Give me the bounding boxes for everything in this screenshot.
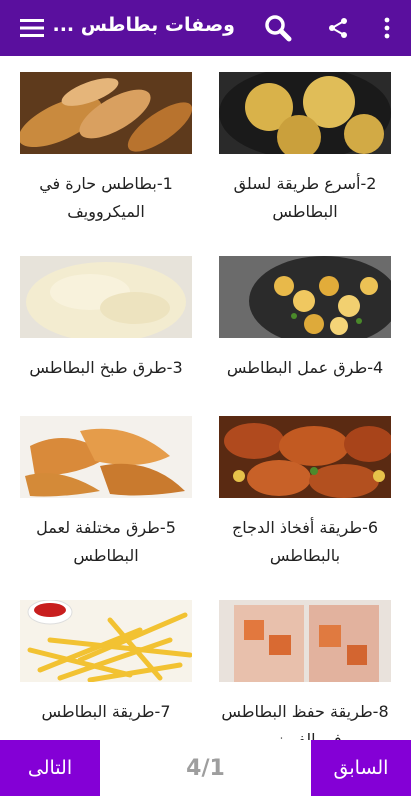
recipe-image (20, 256, 192, 338)
recipe-title: 3-طرق طبخ البطاطس (29, 358, 183, 377)
recipe-card[interactable]: 2-أسرع طريقة لسلق البطاطس (219, 72, 391, 230)
recipe-title: 7-طريقة البطاطس (41, 702, 171, 721)
recipe-title: 5-طرق مختلفة لعمل البطاطس (36, 518, 176, 565)
recipe-card[interactable]: 4-طرق عمل البطاطس (219, 256, 391, 414)
page-indicator: 4/1 (186, 755, 225, 781)
recipe-card[interactable]: 8-طريقة حفظ البطاطس في الفريزر (219, 600, 391, 740)
recipe-image (20, 600, 192, 682)
previous-button[interactable]: السابق (311, 740, 411, 796)
share-icon[interactable] (318, 0, 358, 56)
recipe-card[interactable]: 6-طريقة أفخاذ الدجاج بالبطاطس (219, 416, 391, 574)
recipe-image (20, 72, 192, 154)
recipe-image (20, 416, 192, 498)
recipe-card[interactable]: 3-طرق طبخ البطاطس (20, 256, 192, 414)
recipe-image (219, 600, 391, 682)
recipe-image (219, 72, 391, 154)
recipe-card[interactable]: 5-طرق مختلفة لعمل البطاطس (20, 416, 192, 574)
recipe-title: 2-أسرع طريقة لسلق البطاطس (233, 174, 377, 221)
recipe-image (219, 256, 391, 338)
recipe-grid: 1-بطاطس حارة في الميكروويف 2-أسرع طريقة … (0, 56, 411, 740)
search-icon[interactable] (256, 0, 300, 56)
pagination-bar: التالى 4/1 السابق (0, 740, 411, 800)
app-bar: وصفات بطاطس ... (0, 0, 411, 56)
recipe-title: 1-بطاطس حارة في الميكروويف (39, 174, 173, 221)
recipe-title: 6-طريقة أفخاذ الدجاج بالبطاطس (231, 518, 379, 565)
recipe-title: 8-طريقة حفظ البطاطس في الفريزر (221, 702, 389, 740)
recipe-card[interactable]: 7-طريقة البطاطس (20, 600, 192, 740)
recipe-card[interactable]: 1-بطاطس حارة في الميكروويف (20, 72, 192, 230)
hamburger-menu-icon[interactable] (8, 0, 56, 56)
recipe-image (219, 416, 391, 498)
recipe-title: 4-طرق عمل البطاطس (226, 358, 384, 377)
next-button[interactable]: التالى (0, 740, 100, 796)
more-vertical-icon[interactable] (370, 0, 404, 56)
app-title: وصفات بطاطس ... (52, 14, 236, 36)
